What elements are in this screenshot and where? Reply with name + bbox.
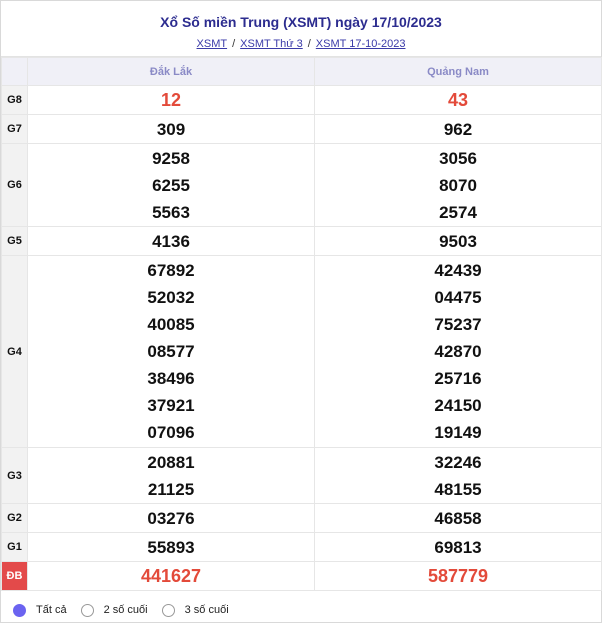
prize-number: 04475 — [434, 288, 482, 307]
prize-number: 587779 — [427, 565, 489, 586]
prize-row: G3 20881 21125 32246 48155 — [1, 447, 602, 504]
prize-number: 20881 — [147, 452, 195, 472]
prize-number: 42439 — [434, 261, 482, 280]
prize-number: 32246 — [434, 452, 482, 472]
prize-row: G1 55893 69813 — [1, 532, 602, 562]
prize-cell: 12 — [27, 85, 315, 115]
prize-number: 07096 — [147, 423, 195, 442]
prize-cell: 3056 8070 2574 — [314, 143, 602, 227]
prize-number: 08577 — [147, 342, 195, 361]
prize-number: 21125 — [147, 479, 195, 499]
breadcrumb: XSMT / XSMT Thứ 3 / XSMT 17-10-2023 — [1, 38, 601, 50]
prize-number: 2574 — [439, 202, 477, 222]
prize-cell: 69813 — [314, 532, 602, 562]
prize-number: 4136 — [152, 231, 190, 251]
prize-number: 03276 — [147, 508, 195, 528]
prize-label: G4 — [1, 255, 28, 448]
prize-number: 48155 — [434, 479, 482, 499]
filter-option-label: Tất cả — [36, 604, 67, 616]
prize-number: 46858 — [434, 508, 482, 528]
prize-cell: 587779 — [314, 561, 602, 591]
prize-label: G7 — [1, 114, 28, 144]
prize-row: G6 9258 6255 5563 3056 8070 2574 — [1, 143, 602, 227]
prize-label: G8 — [1, 85, 28, 115]
prize-number: 3056 — [439, 148, 477, 168]
breadcrumb-separator: / — [307, 38, 311, 50]
prize-cell: 20881 21125 — [27, 447, 315, 504]
prize-number: 37921 — [147, 396, 195, 415]
prize-number: 42870 — [434, 342, 482, 361]
radio-unselected-icon[interactable] — [80, 603, 94, 617]
prize-label: ĐB — [1, 561, 28, 591]
prize-number: 38496 — [147, 369, 195, 388]
prize-cell: 55893 — [27, 532, 315, 562]
prize-row: ĐB 441627 587779 — [1, 561, 602, 591]
filter-option-last-3[interactable]: 3 số cuối — [161, 603, 229, 617]
table-header-row: Đắk Lắk Quảng Nam — [1, 57, 602, 86]
page-title: Xổ Số miền Trung (XSMT) ngày 17/10/2023 — [160, 14, 442, 30]
results-header: Xổ Số miền Trung (XSMT) ngày 17/10/2023 … — [1, 1, 601, 57]
filter-option-label: 3 số cuối — [184, 604, 229, 616]
prize-number: 55893 — [147, 537, 195, 557]
prize-number: 12 — [160, 89, 182, 110]
prize-number: 25716 — [434, 369, 482, 388]
prize-label: G3 — [1, 447, 28, 504]
radio-selected-icon[interactable] — [13, 603, 26, 617]
prize-cell: 309 — [27, 114, 315, 144]
prize-number: 67892 — [147, 261, 195, 280]
prize-cell: 32246 48155 — [314, 447, 602, 504]
results-table: Đắk Lắk Quảng Nam G8 12 43 G7 309 962 G6 9258 62… — [1, 57, 602, 591]
prize-number: 19149 — [434, 423, 482, 442]
prize-row: G8 12 43 — [1, 85, 602, 115]
prize-cell: 67892 52032 40085 08577 38496 37921 07096 — [27, 255, 315, 448]
prize-row: G5 4136 9503 — [1, 226, 602, 256]
prize-number: 6255 — [152, 175, 190, 195]
prize-cell: 962 — [314, 114, 602, 144]
filter-option-label: 2 số cuối — [103, 604, 148, 616]
digit-filter: Tất cả 2 số cuối 3 số cuối — [1, 597, 603, 623]
prize-number: 962 — [443, 119, 473, 139]
prize-number: 69813 — [434, 537, 482, 557]
prize-cell: 03276 — [27, 503, 315, 533]
prize-label: G1 — [1, 532, 28, 562]
prize-number: 309 — [156, 119, 186, 139]
prize-number: 43 — [447, 89, 469, 110]
prize-cell: 9258 6255 5563 — [27, 143, 315, 227]
prize-number: 75237 — [434, 315, 482, 334]
filter-option-all[interactable]: Tất cả — [13, 603, 67, 617]
province-header-quang-nam: Quảng Nam — [314, 57, 602, 86]
prize-number: 8070 — [439, 175, 477, 195]
prize-cell: 4136 — [27, 226, 315, 256]
breadcrumb-link-weekday[interactable]: XSMT Thứ 3 — [240, 38, 303, 50]
province-header-dak-lak: Đắk Lắk — [27, 57, 315, 86]
prize-number: 5563 — [152, 202, 190, 222]
prize-number: 52032 — [147, 288, 195, 307]
prize-label: G6 — [1, 143, 28, 227]
prize-number: 9503 — [439, 231, 477, 251]
prize-cell: 46858 — [314, 503, 602, 533]
prize-row: G7 309 962 — [1, 114, 602, 144]
prize-cell: 42439 04475 75237 42870 25716 24150 19149 — [314, 255, 602, 448]
prize-cell: 43 — [314, 85, 602, 115]
prize-label: G5 — [1, 226, 28, 256]
radio-unselected-icon[interactable] — [161, 603, 175, 617]
breadcrumb-link-date[interactable]: XSMT 17-10-2023 — [316, 38, 406, 50]
breadcrumb-separator: / — [232, 38, 236, 50]
prize-number: 24150 — [434, 396, 482, 415]
prize-row: G2 03276 46858 — [1, 503, 602, 533]
table-corner — [1, 57, 28, 86]
prize-row: G4 67892 52032 40085 08577 38496 37921 07096 424… — [1, 255, 602, 448]
breadcrumb-link-xsmt[interactable]: XSMT — [197, 38, 228, 50]
prize-number: 441627 — [140, 565, 202, 586]
results-panel: Xổ Số miền Trung (XSMT) ngày 17/10/2023 … — [0, 0, 602, 623]
prize-cell: 9503 — [314, 226, 602, 256]
filter-option-last-2[interactable]: 2 số cuối — [80, 603, 148, 617]
prize-number: 9258 — [152, 148, 190, 168]
prize-number: 40085 — [147, 315, 195, 334]
prize-label: G2 — [1, 503, 28, 533]
prize-cell: 441627 — [27, 561, 315, 591]
